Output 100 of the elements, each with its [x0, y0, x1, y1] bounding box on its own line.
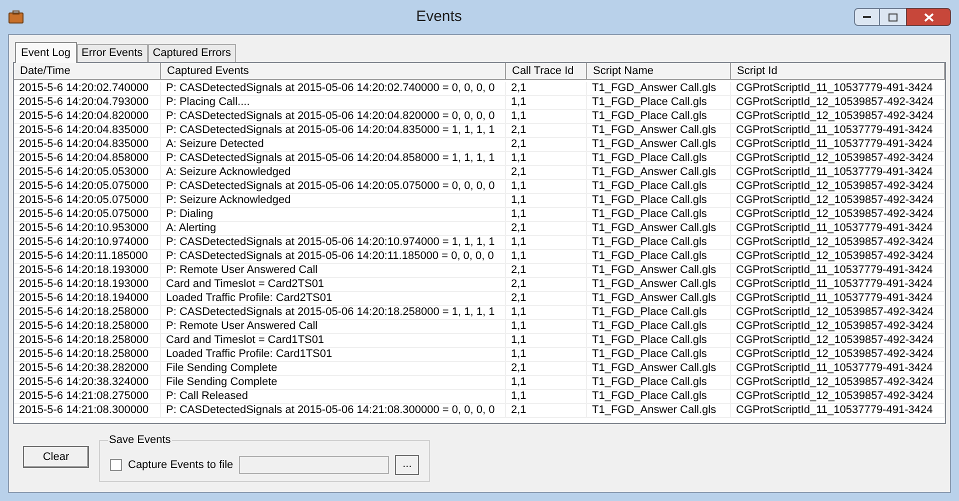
table-cell: 2015-5-6 14:20:38.324000	[14, 376, 161, 389]
table-cell: CGProtScriptId_11_10537779-491-3424	[731, 222, 945, 235]
table-cell: CGProtScriptId_11_10537779-491-3424	[731, 264, 945, 277]
table-cell: CGProtScriptId_12_10539857-492-3424	[731, 208, 945, 221]
minimize-button[interactable]	[854, 8, 880, 26]
table-cell: 1,1	[506, 376, 587, 389]
table-cell: 2,1	[506, 404, 587, 417]
tab[interactable]: Error Events	[76, 44, 148, 62]
table-cell: 2015-5-6 14:20:02.740000	[14, 82, 161, 95]
table-cell: 2015-5-6 14:20:04.835000	[14, 124, 161, 137]
table-cell: 1,1	[506, 208, 587, 221]
table-cell: File Sending Complete	[161, 376, 506, 389]
clear-button[interactable]: Clear	[23, 446, 89, 468]
table-cell: CGProtScriptId_12_10539857-492-3424	[731, 110, 945, 123]
table-cell: P: CASDetectedSignals at 2015-05-06 14:20:18.258000 = 1, 1, 1, 1	[161, 306, 506, 319]
window-title: Events	[416, 6, 462, 27]
table-cell: 2,1	[506, 124, 587, 137]
table-cell: T1_FGD_Answer Call.gls	[587, 138, 731, 151]
table-cell: 1,1	[506, 348, 587, 361]
table-cell: T1_FGD_Place Call.gls	[587, 110, 731, 123]
table-cell: 2015-5-6 14:20:04.858000	[14, 152, 161, 165]
checkbox[interactable]	[110, 458, 122, 471]
table-cell: T1_FGD_Place Call.gls	[587, 180, 731, 193]
table-cell: 1,1	[506, 110, 587, 123]
table-cell: 2015-5-6 14:20:05.075000	[14, 180, 161, 193]
table-cell: 2015-5-6 14:20:04.793000	[14, 96, 161, 109]
table-cell: P: CASDetectedSignals at 2015-05-06 14:20:02.740000 = 0, 0, 0, 0	[161, 82, 506, 95]
table-cell: 2015-5-6 14:20:10.974000	[14, 236, 161, 249]
table-cell: 2015-5-6 14:20:18.258000	[14, 320, 161, 333]
column-header[interactable]: Date/Time	[14, 63, 161, 80]
table-cell: File Sending Complete	[161, 362, 506, 375]
table-cell: Card and Timeslot = Card2TS01	[161, 278, 506, 291]
table-cell: CGProtScriptId_11_10537779-491-3424	[731, 124, 945, 137]
table-cell: 2015-5-6 14:20:11.185000	[14, 250, 161, 263]
table-cell: CGProtScriptId_11_10537779-491-3424	[731, 166, 945, 179]
table-cell: 2,1	[506, 222, 587, 235]
table-cell: 2015-5-6 14:20:05.053000	[14, 166, 161, 179]
table-cell: 1,1	[506, 152, 587, 165]
group-title: Save Events	[108, 433, 172, 448]
table-cell: 1,1	[506, 180, 587, 193]
table-cell: T1_FGD_Place Call.gls	[587, 320, 731, 333]
column-header[interactable]: Captured Events	[161, 63, 506, 80]
table-cell: Loaded Traffic Profile: Card1TS01	[161, 348, 506, 361]
table-cell: 2015-5-6 14:21:08.300000	[14, 404, 161, 417]
table-cell: 2015-5-6 14:20:10.953000	[14, 222, 161, 235]
table-cell: T1_FGD_Place Call.gls	[587, 306, 731, 319]
table-cell: T1_FGD_Answer Call.gls	[587, 362, 731, 375]
table-cell: 1,1	[506, 306, 587, 319]
table-cell: CGProtScriptId_12_10539857-492-3424	[731, 320, 945, 333]
table-cell: 2015-5-6 14:20:05.075000	[14, 194, 161, 207]
table-cell: CGProtScriptId_11_10537779-491-3424	[731, 404, 945, 417]
table-cell: P: CASDetectedSignals at 2015-05-06 14:20:05.075000 = 0, 0, 0, 0	[161, 180, 506, 193]
table-cell: P: Remote User Answered Call	[161, 320, 506, 333]
table-cell: T1_FGD_Answer Call.gls	[587, 82, 731, 95]
table-cell: 2015-5-6 14:21:08.275000	[14, 390, 161, 403]
table-cell: 2015-5-6 14:20:18.258000	[14, 348, 161, 361]
table-cell: P: CASDetectedSignals at 2015-05-06 14:20:04.858000 = 1, 1, 1, 1	[161, 152, 506, 165]
table-cell: CGProtScriptId_12_10539857-492-3424	[731, 250, 945, 263]
table-cell: 2,1	[506, 138, 587, 151]
table-cell: 2015-5-6 14:20:05.075000	[14, 208, 161, 221]
tab[interactable]: Event Log	[15, 42, 77, 63]
table-cell: T1_FGD_Place Call.gls	[587, 208, 731, 221]
column-header[interactable]: Script Name	[587, 63, 731, 80]
table-cell: CGProtScriptId_12_10539857-492-3424	[731, 96, 945, 109]
table-cell: 2,1	[506, 82, 587, 95]
table-cell: 2,1	[506, 166, 587, 179]
table-cell: T1_FGD_Place Call.gls	[587, 194, 731, 207]
close-button[interactable]	[906, 8, 951, 26]
table-cell: Loaded Traffic Profile: Card2TS01	[161, 292, 506, 305]
table-cell: 1,1	[506, 250, 587, 263]
table-cell: T1_FGD_Place Call.gls	[587, 152, 731, 165]
table-cell: T1_FGD_Place Call.gls	[587, 96, 731, 109]
table-cell: CGProtScriptId_12_10539857-492-3424	[731, 236, 945, 249]
table-cell: 2,1	[506, 278, 587, 291]
column-header[interactable]: Script Id	[731, 63, 945, 80]
table-cell: A: Alerting	[161, 222, 506, 235]
table-cell: 1,1	[506, 390, 587, 403]
table-cell: P: CASDetectedSignals at 2015-05-06 14:20:04.835000 = 1, 1, 1, 1	[161, 124, 506, 137]
table-cell: P: CASDetectedSignals at 2015-05-06 14:20:11.185000 = 0, 0, 0, 0	[161, 250, 506, 263]
close-icon	[924, 12, 934, 22]
table-cell: 2015-5-6 14:20:18.258000	[14, 334, 161, 347]
browse-button[interactable]: ...	[395, 454, 420, 475]
table-cell: T1_FGD_Answer Call.gls	[587, 222, 731, 235]
table-cell: T1_FGD_Answer Call.gls	[587, 278, 731, 291]
column-header[interactable]: Call Trace Id	[506, 63, 587, 80]
table-cell: P: Dialing	[161, 208, 506, 221]
minimize-icon	[862, 15, 872, 19]
maximize-button[interactable]	[880, 8, 906, 26]
table-cell: T1_FGD_Place Call.gls	[587, 334, 731, 347]
table-cell: T1_FGD_Place Call.gls	[587, 236, 731, 249]
table-cell: CGProtScriptId_12_10539857-492-3424	[731, 376, 945, 389]
maximize-icon	[888, 12, 898, 22]
table-cell: 2015-5-6 14:20:18.194000	[14, 292, 161, 305]
table-cell: 2015-5-6 14:20:18.193000	[14, 264, 161, 277]
table-cell: 2,1	[506, 292, 587, 305]
table-cell: A: Seizure Acknowledged	[161, 166, 506, 179]
table-cell: 2015-5-6 14:20:04.835000	[14, 138, 161, 151]
table-cell: CGProtScriptId_11_10537779-491-3424	[731, 278, 945, 291]
table-cell: T1_FGD_Place Call.gls	[587, 348, 731, 361]
tab[interactable]: Captured Errors	[148, 44, 236, 62]
